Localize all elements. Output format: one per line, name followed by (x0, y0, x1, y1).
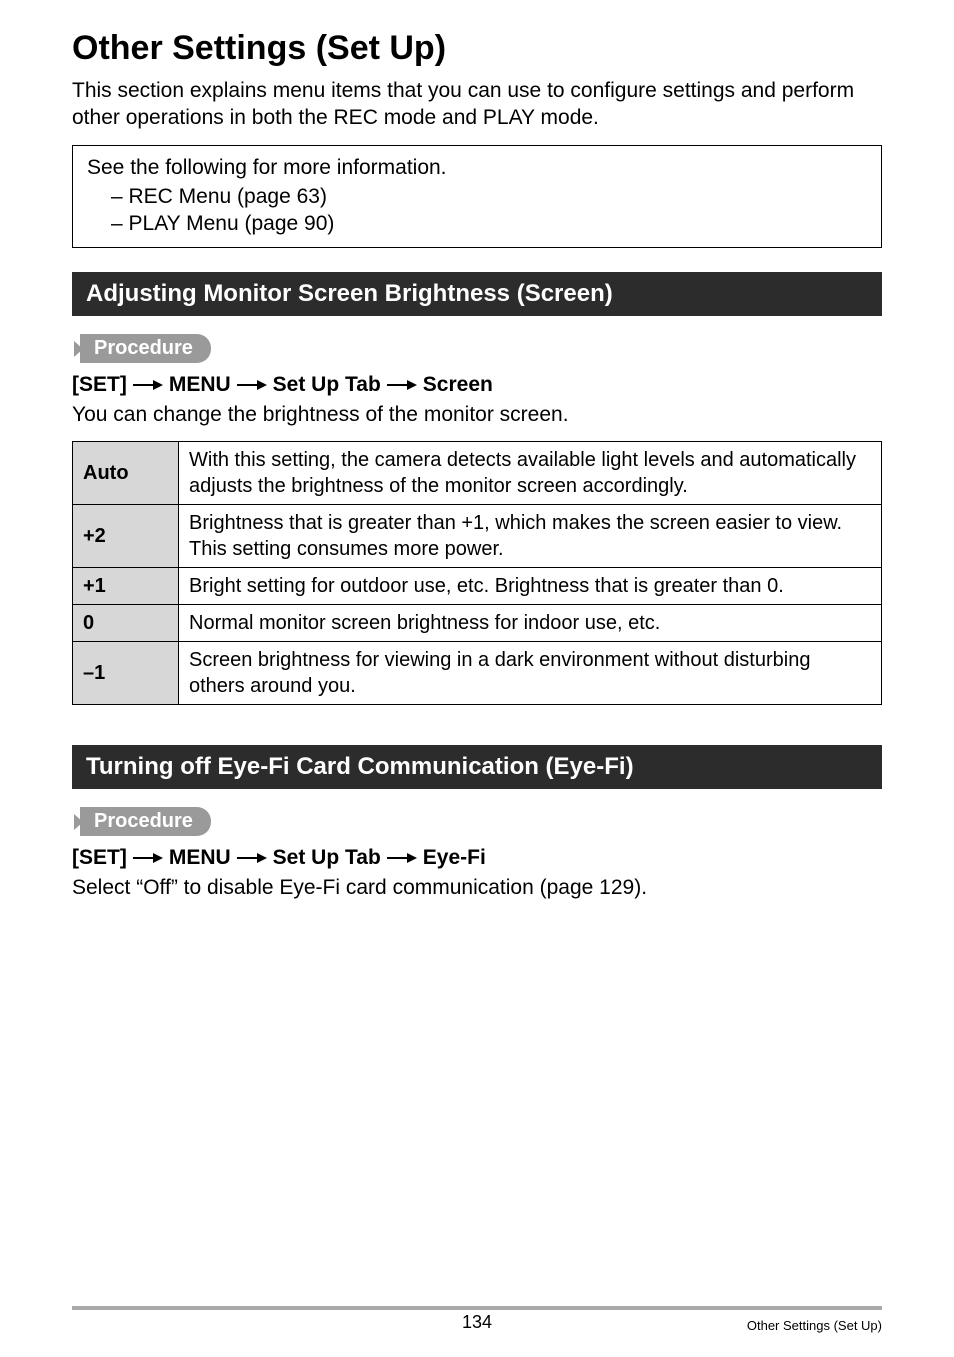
nav-path-screen: [SET] MENU Set Up Tab Screen (72, 373, 882, 397)
procedure-pill: Procedure (80, 334, 211, 363)
table-key: 0 (73, 605, 179, 642)
page-footer: 134 Other Settings (Set Up) (0, 1306, 954, 1333)
table-row: +1 Bright setting for outdoor use, etc. … (73, 568, 882, 605)
section-desc: Select “Off” to disable Eye-Fi card comm… (72, 876, 882, 900)
info-box-heading: See the following for more information. (87, 154, 867, 182)
page-title: Other Settings (Set Up) (72, 28, 882, 69)
intro-text: This section explains menu items that yo… (72, 77, 882, 132)
table-row: Auto With this setting, the camera detec… (73, 442, 882, 505)
info-box-item: – PLAY Menu (page 90) (87, 210, 867, 237)
path-step: [SET] (72, 846, 127, 870)
arrow-right-icon (237, 378, 267, 392)
arrow-right-icon (133, 378, 163, 392)
procedure-pill: Procedure (80, 807, 211, 836)
path-step: Set Up Tab (273, 373, 381, 397)
brightness-table: Auto With this setting, the camera detec… (72, 441, 882, 705)
table-row: +2 Brightness that is greater than +1, w… (73, 505, 882, 568)
table-val: Bright setting for outdoor use, etc. Bri… (179, 568, 882, 605)
arrow-right-icon (133, 851, 163, 865)
procedure-label-row: Procedure (72, 807, 882, 836)
table-row: –1 Screen brightness for viewing in a da… (73, 642, 882, 705)
table-key: +2 (73, 505, 179, 568)
path-step: Set Up Tab (273, 846, 381, 870)
footer-divider (72, 1306, 882, 1310)
nav-path-eyefi: [SET] MENU Set Up Tab Eye-Fi (72, 846, 882, 870)
table-val: Screen brightness for viewing in a dark … (179, 642, 882, 705)
info-box-item: – REC Menu (page 63) (87, 183, 867, 210)
arrow-right-icon (237, 851, 267, 865)
table-val: Normal monitor screen brightness for ind… (179, 605, 882, 642)
table-val: With this setting, the camera detects av… (179, 442, 882, 505)
path-step: MENU (169, 373, 231, 397)
table-key: +1 (73, 568, 179, 605)
footer-section-name: Other Settings (Set Up) (747, 1318, 882, 1333)
section-desc: You can change the brightness of the mon… (72, 403, 882, 427)
section-heading-screen: Adjusting Monitor Screen Brightness (Scr… (72, 272, 882, 316)
info-box: See the following for more information. … (72, 145, 882, 248)
table-key: Auto (73, 442, 179, 505)
table-key: –1 (73, 642, 179, 705)
table-row: 0 Normal monitor screen brightness for i… (73, 605, 882, 642)
path-step: Screen (423, 373, 493, 397)
arrow-right-icon (387, 378, 417, 392)
arrow-right-icon (387, 851, 417, 865)
section-heading-eyefi: Turning off Eye-Fi Card Communication (E… (72, 745, 882, 789)
path-step: [SET] (72, 373, 127, 397)
path-step: Eye-Fi (423, 846, 486, 870)
path-step: MENU (169, 846, 231, 870)
procedure-label-row: Procedure (72, 334, 882, 363)
table-val: Brightness that is greater than +1, whic… (179, 505, 882, 568)
